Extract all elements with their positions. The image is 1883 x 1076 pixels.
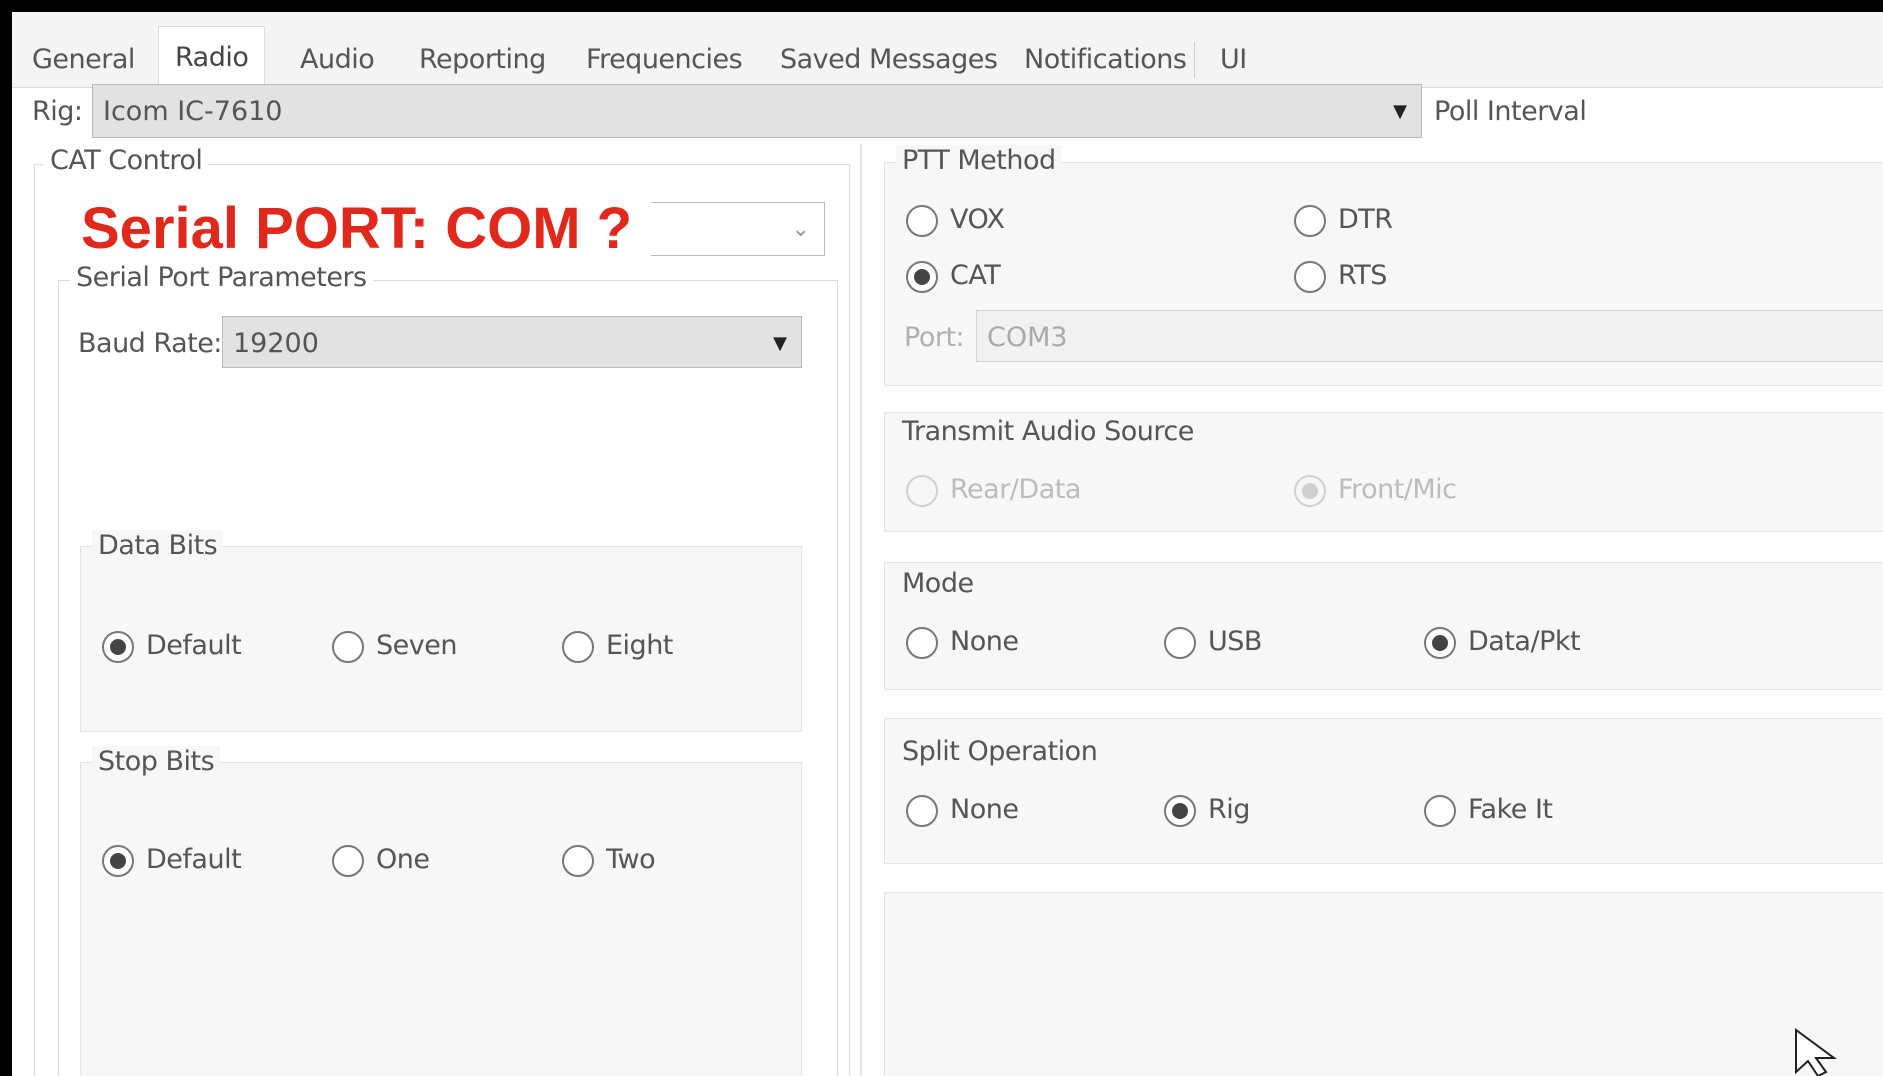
mode-none-radio[interactable]: None: [906, 620, 1019, 664]
radio-circle-icon: [906, 204, 938, 237]
mode-title: Mode: [896, 568, 980, 599]
radio-circle-icon: [562, 844, 594, 877]
dropdown-arrow-icon: ▼: [773, 333, 787, 354]
radio-circle-icon: [906, 626, 938, 659]
radio-circle-icon: [332, 630, 364, 663]
radio-label: CAT: [950, 260, 1001, 291]
mode-usb-radio[interactable]: USB: [1164, 620, 1262, 664]
radio-label: Eight: [606, 630, 673, 661]
radio-circle-icon: [906, 794, 938, 827]
tab-bar: General Radio Audio Reporting Frequencie…: [12, 12, 1883, 89]
settings-window: General Radio Audio Reporting Frequencie…: [12, 12, 1883, 1076]
radio-label: Front/Mic: [1338, 474, 1457, 505]
radio-circle-icon: [1294, 474, 1326, 507]
baud-rate-value: 19200: [233, 328, 319, 359]
split-rig-radio[interactable]: Rig: [1164, 788, 1250, 832]
radio-circle-icon: [1294, 260, 1326, 293]
tx-audio-front-radio[interactable]: Front/Mic: [1294, 468, 1457, 512]
dropdown-arrow-icon: ▼: [1393, 101, 1407, 122]
cat-control-title: CAT Control: [44, 145, 209, 176]
tab-radio[interactable]: Radio: [158, 26, 266, 89]
rig-select[interactable]: Icom IC-7610 ▼: [92, 84, 1422, 138]
serial-params-title: Serial Port Parameters: [70, 262, 373, 293]
radio-label: Fake It: [1468, 794, 1553, 825]
radio-circle-icon: [1424, 626, 1456, 659]
radio-circle-icon: [102, 630, 134, 663]
split-none-radio[interactable]: None: [906, 788, 1019, 832]
column-divider: [860, 144, 862, 1076]
tab-reporting[interactable]: Reporting: [419, 32, 546, 87]
data-bits-default-radio[interactable]: Default: [102, 624, 242, 668]
radio-circle-icon: [1164, 794, 1196, 827]
stop-bits-default-radio[interactable]: Default: [102, 838, 242, 882]
ptt-cat-radio[interactable]: CAT: [906, 254, 1001, 298]
mode-data-pkt-radio[interactable]: Data/Pkt: [1424, 620, 1581, 664]
stop-bits-group: [80, 762, 802, 1076]
radio-circle-icon: [332, 844, 364, 877]
tx-audio-rear-radio[interactable]: Rear/Data: [906, 468, 1081, 512]
baud-rate-label: Baud Rate:: [78, 328, 222, 359]
ptt-port-value: COM3: [987, 322, 1068, 353]
ptt-vox-radio[interactable]: VOX: [906, 198, 1005, 242]
poll-interval-label: Poll Interval: [1434, 96, 1587, 127]
data-bits-seven-radio[interactable]: Seven: [332, 624, 457, 668]
radio-label: DTR: [1338, 204, 1393, 235]
split-operation-title: Split Operation: [896, 736, 1104, 767]
tab-ui[interactable]: UI: [1220, 32, 1247, 87]
ptt-port-label: Port:: [904, 322, 965, 353]
tab-frequencies[interactable]: Frequencies: [586, 32, 743, 87]
radio-label: Data/Pkt: [1468, 626, 1581, 657]
radio-label: Default: [146, 844, 242, 875]
radio-circle-icon: [1424, 794, 1456, 827]
radio-circle-icon: [906, 474, 938, 507]
radio-label: RTS: [1338, 260, 1387, 291]
radio-label: Default: [146, 630, 242, 661]
radio-circle-icon: [102, 844, 134, 877]
mouse-pointer-icon: [1795, 1028, 1838, 1076]
radio-label: USB: [1208, 626, 1262, 657]
ptt-rts-radio[interactable]: RTS: [1294, 254, 1387, 298]
radio-label: None: [950, 626, 1019, 657]
tab-notifications[interactable]: Notifications: [1024, 32, 1187, 87]
baud-rate-select[interactable]: 19200 ▼: [222, 316, 802, 368]
rig-select-value: Icom IC-7610: [103, 96, 283, 127]
radio-label: VOX: [950, 204, 1005, 235]
split-fake-it-radio[interactable]: Fake It: [1424, 788, 1553, 832]
radio-label: Seven: [376, 630, 457, 661]
tab-general[interactable]: General: [32, 32, 135, 87]
radio-circle-icon: [906, 260, 938, 293]
data-bits-eight-radio[interactable]: Eight: [562, 624, 673, 668]
rig-label: Rig:: [32, 96, 83, 127]
tab-audio[interactable]: Audio: [300, 32, 375, 87]
radio-circle-icon: [1164, 626, 1196, 659]
stop-bits-two-radio[interactable]: Two: [562, 838, 656, 882]
radio-label: Rear/Data: [950, 474, 1081, 505]
radio-circle-icon: [1294, 204, 1326, 237]
ptt-dtr-radio[interactable]: DTR: [1294, 198, 1393, 242]
ptt-method-title: PTT Method: [896, 145, 1062, 176]
stop-bits-one-radio[interactable]: One: [332, 838, 430, 882]
radio-label: Rig: [1208, 794, 1250, 825]
radio-circle-icon: [562, 630, 594, 663]
tab-separator: [1194, 42, 1195, 78]
stop-bits-title: Stop Bits: [92, 746, 221, 777]
radio-label: One: [376, 844, 430, 875]
tx-audio-title: Transmit Audio Source: [896, 416, 1200, 447]
data-bits-title: Data Bits: [92, 530, 224, 561]
tab-saved-messages[interactable]: Saved Messages: [780, 32, 998, 87]
mode-group: [884, 562, 1883, 690]
radio-label: Two: [606, 844, 656, 875]
radio-label: None: [950, 794, 1019, 825]
ptt-port-select[interactable]: COM3: [976, 310, 1883, 362]
chevron-down-icon: ⌄: [791, 217, 810, 242]
advanced-group: [884, 892, 1883, 1076]
annotation-overlay: Serial PORT: COM ?: [77, 194, 651, 264]
